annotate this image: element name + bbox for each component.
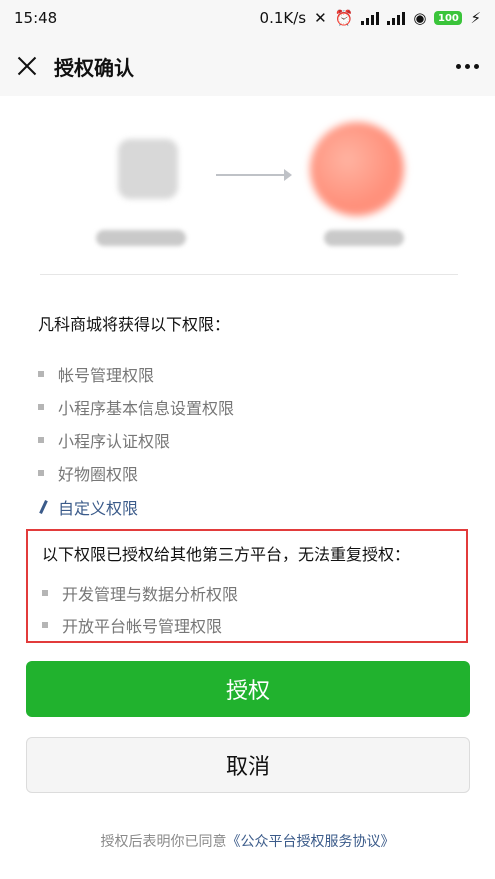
signal-icon bbox=[387, 11, 406, 25]
permissions-list: 帐号管理权限 小程序基本信息设置权限 小程序认证权限 好物圈权限 bbox=[38, 357, 458, 489]
wifi-icon: ◉ bbox=[413, 9, 427, 27]
custom-permissions-label: 自定义权限 bbox=[58, 499, 139, 518]
more-icon[interactable] bbox=[456, 63, 479, 69]
target-app-name bbox=[324, 230, 404, 246]
net-speed: 0.1K/s bbox=[259, 9, 307, 27]
close-icon[interactable] bbox=[16, 55, 38, 77]
already-authorized-item: 开发管理与数据分析权限 bbox=[42, 577, 452, 609]
already-authorized-list: 开发管理与数据分析权限 开放平台帐号管理权限 bbox=[42, 577, 452, 641]
bullet-icon bbox=[42, 622, 48, 628]
authorize-button[interactable]: 授权 bbox=[26, 661, 470, 717]
target-app-icon bbox=[310, 122, 404, 216]
footer-text: 授权后表明你已同意 bbox=[100, 834, 227, 850]
permission-label: 小程序基本信息设置权限 bbox=[58, 398, 235, 418]
top-nav: 授权确认 bbox=[0, 36, 495, 96]
app-transfer-hero bbox=[40, 104, 458, 274]
permission-item: 小程序认证权限 bbox=[38, 423, 458, 456]
cancel-button[interactable]: 取消 bbox=[26, 737, 470, 793]
agreement-link[interactable]: 《公众平台授权服务协议》 bbox=[227, 834, 395, 850]
permission-label: 好物圈权限 bbox=[58, 464, 139, 484]
status-right: 0.1K/s ✕ ⏰ ◉ 100 ⚡ bbox=[260, 9, 481, 27]
already-authorized-label: 开发管理与数据分析权限 bbox=[62, 585, 239, 604]
permissions-section: 凡科商城将获得以下权限： 帐号管理权限 小程序基本信息设置权限 小程序认证权限 … bbox=[38, 311, 458, 519]
status-time: 15:48 bbox=[14, 9, 58, 27]
source-app-name bbox=[96, 230, 186, 246]
divider bbox=[40, 274, 458, 275]
permissions-title: 凡科商城将获得以下权限： bbox=[38, 315, 231, 334]
custom-permissions-link[interactable]: 自定义权限 bbox=[38, 495, 458, 519]
status-bar: 15:48 0.1K/s ✕ ⏰ ◉ 100 ⚡ bbox=[0, 0, 495, 36]
battery-icon: 100 bbox=[434, 11, 463, 25]
permission-item: 帐号管理权限 bbox=[38, 357, 458, 390]
alarm-icon: ⏰ bbox=[334, 9, 354, 27]
already-authorized-box: 以下权限已授权给其他第三方平台，无法重复授权： 开发管理与数据分析权限 开放平台… bbox=[26, 529, 468, 643]
permission-item: 小程序基本信息设置权限 bbox=[38, 390, 458, 423]
edit-icon bbox=[38, 501, 50, 513]
bullet-icon bbox=[38, 403, 44, 410]
bullet-icon bbox=[38, 436, 44, 443]
already-authorized-item: 开放平台帐号管理权限 bbox=[42, 609, 452, 641]
mute-icon: ✕ bbox=[314, 9, 327, 27]
permission-item: 好物圈权限 bbox=[38, 456, 458, 489]
footer-agreement: 授权后表明你已同意《公众平台授权服务协议》 bbox=[0, 831, 495, 851]
arrow-icon bbox=[216, 169, 292, 181]
source-app-icon bbox=[118, 139, 178, 199]
bullet-icon bbox=[38, 469, 44, 476]
already-authorized-title: 以下权限已授权给其他第三方平台，无法重复授权： bbox=[42, 545, 411, 564]
page-title: 授权确认 bbox=[54, 55, 134, 80]
permission-label: 帐号管理权限 bbox=[58, 365, 155, 385]
bullet-icon bbox=[38, 370, 44, 377]
signal-icon bbox=[361, 11, 380, 25]
bullet-icon bbox=[42, 590, 48, 596]
charging-icon: ⚡ bbox=[470, 9, 481, 27]
already-authorized-label: 开放平台帐号管理权限 bbox=[62, 617, 223, 636]
permission-label: 小程序认证权限 bbox=[58, 431, 171, 451]
content: 凡科商城将获得以下权限： 帐号管理权限 小程序基本信息设置权限 小程序认证权限 … bbox=[0, 96, 495, 879]
